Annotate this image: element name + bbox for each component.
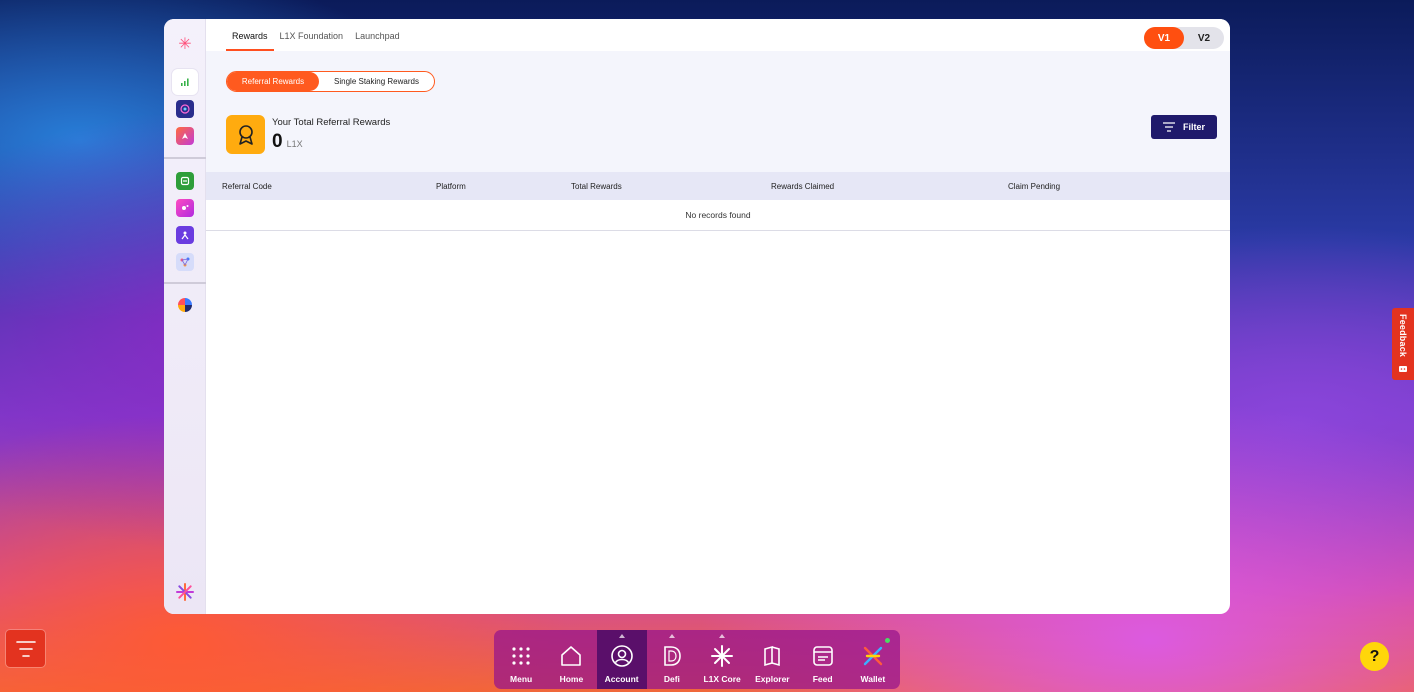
app-sidebar: ✳	[164, 19, 206, 614]
column-header: Claim Pending	[1008, 182, 1061, 191]
v1-button[interactable]: V1	[1144, 27, 1184, 49]
dock-label: Defi	[663, 674, 680, 684]
caret-up-icon	[668, 634, 675, 638]
total-rewards-value: 0 L1X	[272, 131, 303, 153]
column-header: Platform	[436, 182, 466, 191]
rewards-panel: Referral Rewards Single Staking Rewards …	[206, 51, 1230, 172]
hamburger-icon	[15, 640, 36, 657]
dock-item-menu[interactable]: Menu	[496, 630, 546, 689]
dock-item-defi[interactable]: Defi	[647, 630, 697, 689]
sidebar-item-community[interactable]	[176, 226, 194, 244]
tab-rewards[interactable]: Rewards	[226, 31, 274, 51]
grid-icon	[509, 644, 533, 668]
version-toggle: V1 V2	[1144, 27, 1224, 49]
reward-type-switch: Referral Rewards Single Staking Rewards	[226, 71, 435, 92]
sidebar-item-nft[interactable]	[176, 199, 194, 217]
dock-item-l1x-core[interactable]: L1X Core	[697, 630, 747, 689]
defi-icon	[660, 644, 684, 668]
dock-item-home[interactable]: Home	[546, 630, 596, 689]
empty-state: No records found	[206, 200, 1230, 231]
main-content: Rewards L1X Foundation Launchpad V1 V2 R…	[206, 19, 1230, 614]
total-rewards-unit: L1X	[286, 139, 303, 149]
sidebar-item-staking[interactable]	[176, 100, 194, 118]
network-icon	[180, 257, 190, 267]
swap-icon	[180, 176, 190, 186]
l1x-brand-icon	[175, 582, 195, 602]
wallet-icon	[861, 644, 885, 668]
tab-launchpad[interactable]: Launchpad	[349, 31, 406, 51]
dock-label: Feed	[812, 674, 833, 684]
filter-label: Filter	[1182, 122, 1205, 132]
dock-item-explorer[interactable]: Explorer	[747, 630, 797, 689]
dock-label: Account	[604, 674, 639, 684]
hamburger-menu-button[interactable]	[6, 630, 45, 667]
rocket-icon	[182, 133, 188, 139]
referral-rewards-tab[interactable]: Referral Rewards	[227, 72, 319, 91]
pinwheel-icon	[178, 298, 192, 312]
bottom-dock: Menu Home Account Defi L1X Core Explorer	[494, 630, 900, 689]
dock-item-wallet[interactable]: Wallet	[848, 630, 898, 689]
app-window: ✳ Rewards L1X Foundation Launchpad V1 V2…	[164, 19, 1230, 614]
sidebar-item-launch[interactable]	[176, 127, 194, 145]
sidebar-item-apps[interactable]	[176, 296, 194, 314]
dock-label: L1X Core	[703, 674, 741, 684]
sidebar-item-rewards[interactable]	[172, 69, 198, 95]
total-rewards-label: Your Total Referral Rewards	[272, 117, 391, 128]
dock-label: Wallet	[860, 674, 886, 684]
dock-label: Explorer	[755, 674, 790, 684]
l1x-logo-icon: ✳	[178, 36, 192, 53]
tab-l1x-foundation[interactable]: L1X Foundation	[274, 31, 350, 51]
caret-up-icon	[719, 634, 726, 638]
sidebar-divider	[164, 157, 206, 159]
filter-lines-icon	[1162, 122, 1175, 132]
explorer-icon	[760, 644, 784, 668]
feed-icon	[811, 644, 835, 668]
dock-label: Menu	[510, 674, 533, 684]
sidebar-item-exchange[interactable]	[176, 172, 194, 190]
l1x-core-icon	[710, 644, 734, 668]
table-header: Referral Code Platform Total Rewards Rew…	[206, 172, 1230, 200]
column-header: Referral Code	[222, 182, 272, 191]
sparkle-icon	[182, 205, 189, 210]
v2-button[interactable]: V2	[1184, 27, 1224, 49]
column-header: Rewards Claimed	[771, 182, 835, 191]
status-dot	[885, 638, 890, 643]
dock-item-feed[interactable]: Feed	[798, 630, 848, 689]
feedback-tab[interactable]: Feedback	[1392, 308, 1414, 380]
feedback-icon	[1399, 366, 1407, 372]
single-staking-rewards-tab[interactable]: Single Staking Rewards	[319, 72, 434, 91]
award-icon	[238, 124, 253, 145]
dock-item-account[interactable]: Account	[596, 630, 647, 689]
feedback-label: Feedback	[1398, 314, 1408, 358]
column-header: Total Rewards	[571, 182, 622, 191]
reward-badge	[226, 115, 265, 154]
top-tab-bar: Rewards L1X Foundation Launchpad V1 V2	[206, 19, 1230, 51]
total-rewards-amount: 0	[272, 131, 283, 152]
filter-button[interactable]: Filter	[1151, 115, 1217, 139]
sidebar-item-network[interactable]	[176, 253, 194, 271]
orbit-icon	[180, 104, 190, 114]
bar-chart-icon	[181, 78, 189, 86]
sidebar-divider	[164, 282, 206, 284]
person-icon	[181, 231, 189, 240]
help-button[interactable]: ?	[1360, 642, 1389, 671]
caret-up-icon	[618, 634, 625, 638]
dock-label: Home	[559, 674, 584, 684]
home-icon	[559, 644, 583, 668]
account-icon	[610, 644, 634, 668]
